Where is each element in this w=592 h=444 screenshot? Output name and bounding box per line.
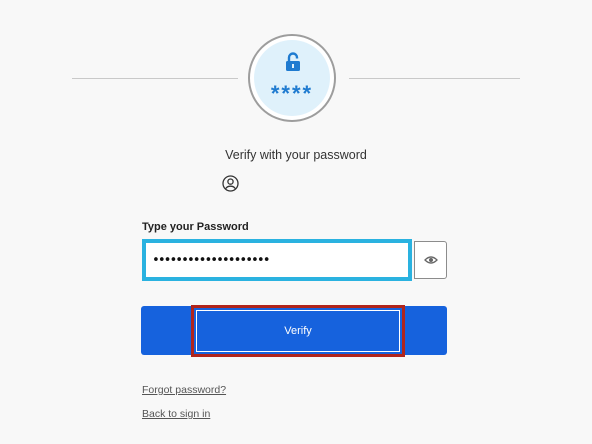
unlocked-padlock-icon [286,52,300,71]
password-stars: **** [270,81,314,106]
badge-background: **** [254,40,330,116]
user-circle-icon [222,175,239,192]
forgot-password-link[interactable]: Forgot password? [142,384,226,396]
password-authenticator-badge: **** [248,34,336,122]
back-to-sign-in-link[interactable]: Back to sign in [142,408,210,420]
verify-button[interactable]: Verify [191,305,405,357]
header-divider-left [72,78,238,79]
show-password-button[interactable] [414,241,447,279]
header-divider-right [349,78,520,79]
password-verify-page: **** Verify with your password Type your… [0,0,592,444]
eye-icon [424,256,438,264]
password-field-label: Type your Password [142,221,249,233]
page-title: Verify with your password [225,148,367,162]
password-input[interactable] [142,239,412,281]
